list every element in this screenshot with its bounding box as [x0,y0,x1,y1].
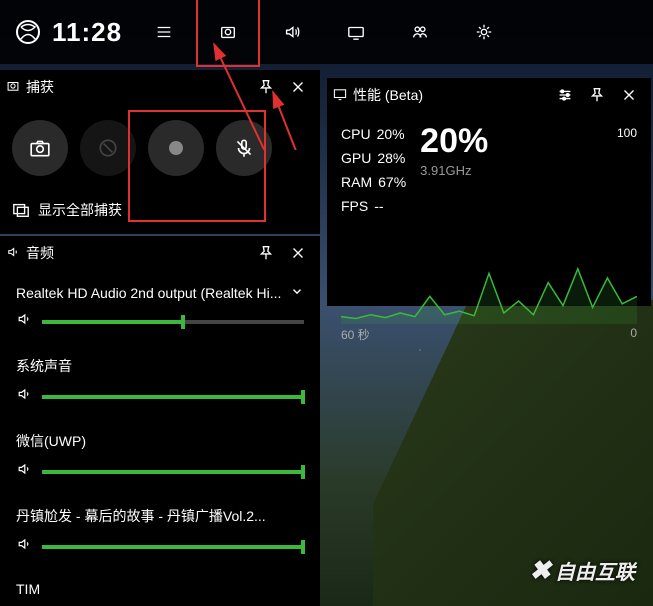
xbox-social-button[interactable] [388,0,452,64]
perf-stats-list: CPU20% GPU28% RAM67% FPS-- [341,122,406,218]
performance-widget-button[interactable] [324,0,388,64]
gallery-icon [12,201,30,219]
perf-header: 性能 (Beta) [327,78,651,112]
perf-scale-max: 100 [617,126,637,140]
output-device-selector[interactable]: Realtek HD Audio 2nd output (Realtek Hi.… [16,280,304,305]
perf-options-button[interactable] [549,79,581,111]
output-device-label: Realtek HD Audio 2nd output (Realtek Hi.… [16,285,281,301]
capture-title: 捕获 [26,77,250,97]
close-button[interactable] [613,79,645,111]
gpu-stat[interactable]: GPU28% [341,146,406,170]
watermark-text: 自由互联 [555,556,635,585]
watermark: ✖ 自由互联 [529,555,635,586]
pin-button[interactable] [250,71,282,103]
audio-icon [6,245,20,262]
perf-freq: 3.91GHz [420,163,637,178]
widgets-menu-button[interactable] [132,0,196,64]
cpu-stat[interactable]: CPU20% [341,122,406,146]
capture-widget-button[interactable] [196,0,260,67]
show-all-captures-label: 显示全部捕获 [38,200,122,220]
app-label: 微信(UWP) [16,421,304,455]
pin-button[interactable] [250,237,282,269]
capture-header: 捕获 [0,70,320,104]
pin-button[interactable] [581,79,613,111]
volume-icon[interactable] [16,311,32,332]
chevron-down-icon [290,284,304,301]
perf-graph [341,232,637,324]
fps-stat[interactable]: FPS-- [341,194,406,218]
volume-icon[interactable] [16,386,32,407]
perf-title: 性能 (Beta) [353,85,549,105]
gamebar-topbar: 11:28 [0,0,653,64]
capture-icon [6,79,20,96]
perf-axis-left: 60 秒 [341,326,370,343]
app-volume-slider[interactable] [42,470,304,474]
monitor-icon [333,87,347,104]
system-volume-slider[interactable] [42,395,304,399]
app-label: 丹镇尬发 - 幕后的故事 - 丹镇广播Vol.2... [16,496,304,530]
settings-button[interactable] [452,0,516,64]
app-label: TIM [16,571,304,601]
audio-widget: 音频 Realtek HD Audio 2nd output (Realtek … [0,236,320,606]
capture-widget: 捕获 显示全部捕获 [0,70,320,234]
system-sound-label: 系统声音 [16,346,304,380]
app-volume-slider[interactable] [42,545,304,549]
audio-title: 音频 [26,243,250,263]
volume-icon[interactable] [16,461,32,482]
clock: 11:28 [52,17,122,48]
watermark-x-icon: ✖ [529,555,551,586]
perf-axis-right: 0 [630,326,637,343]
volume-icon[interactable] [16,536,32,557]
performance-widget: 性能 (Beta) CPU20% GPU28% RAM67% FPS-- 20%… [327,78,651,306]
master-volume-slider[interactable] [42,320,304,324]
perf-main-pct: 20% [420,122,637,161]
close-button[interactable] [282,71,314,103]
audio-header: 音频 [0,236,320,270]
xbox-logo-icon[interactable] [16,20,40,44]
annotation-highlight-box [128,110,266,222]
ram-stat[interactable]: RAM67% [341,170,406,194]
audio-widget-button[interactable] [260,0,324,64]
close-button[interactable] [282,237,314,269]
screenshot-button[interactable] [12,120,68,176]
